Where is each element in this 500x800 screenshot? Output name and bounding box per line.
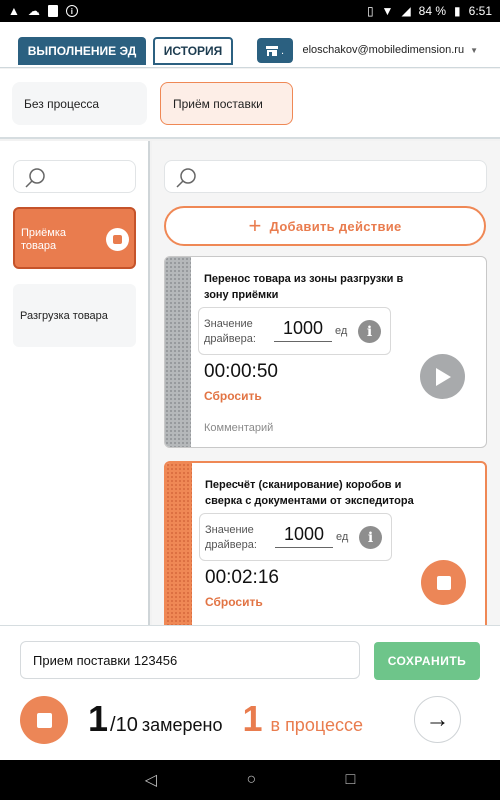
next-button[interactable]: → (414, 696, 461, 743)
stop-button[interactable] (421, 560, 466, 605)
actions-search-input[interactable] (164, 160, 487, 193)
wifi-icon: ▼ (381, 4, 394, 18)
info-status-icon: i (65, 5, 78, 17)
in-progress-label: в процессе (270, 715, 363, 735)
clock: 6:51 (468, 4, 492, 18)
stop-icon (436, 575, 451, 590)
chevron-down-icon: ▼ (470, 45, 478, 55)
stage-label: Приёмка товара (21, 227, 67, 252)
action-card: Перенос товара из зоны разгрузки в зону … (164, 256, 487, 448)
info-icon[interactable]: i (359, 526, 382, 549)
drag-handle[interactable] (165, 257, 191, 447)
android-nav-bar: ◁ ○ □ (0, 760, 500, 800)
stage-item[interactable]: Разгрузка товара (13, 284, 136, 347)
user-email: eloschakov@mobiledimension.ru (302, 44, 465, 56)
driver-label: Значение драйвера: (205, 524, 257, 551)
stages-search-input[interactable] (13, 160, 136, 193)
driver-label: Значение драйвера: (204, 318, 256, 345)
comment-field[interactable]: Комментарий (204, 422, 273, 434)
arrow-right-icon: → (425, 705, 450, 733)
home-icon[interactable]: ○ (246, 771, 256, 789)
driver-value-input[interactable]: 1000 (274, 318, 332, 342)
tab-execution[interactable]: ВЫПОЛНЕНИЕ ЭД (18, 37, 146, 65)
driver-value-box: Значение драйвера: 1000 ед i (199, 513, 392, 561)
action-title: Пересчёт (сканирование) коробов и сверка… (205, 479, 414, 507)
driver-unit: ед (335, 325, 348, 337)
tab-history[interactable]: ИСТОРИЯ (153, 37, 233, 65)
process-bar: Без процесса Приём поставки (0, 69, 500, 139)
measured-label: замерено (141, 715, 223, 735)
battery-percent: 84 % (418, 4, 447, 18)
driver-unit: ед (336, 531, 349, 543)
drag-handle[interactable] (166, 463, 192, 625)
reset-button[interactable]: Сбросить (204, 389, 262, 403)
stop-icon (36, 712, 52, 728)
signal-icon: ◢ (401, 4, 411, 18)
in-progress-count: 1 (242, 698, 263, 739)
action-title: Перенос товара из зоны разгрузки в зону … (204, 273, 404, 301)
measured-count: 1 (88, 698, 109, 739)
play-button[interactable] (420, 354, 465, 399)
action-timer: 00:02:16 (205, 567, 279, 588)
recents-icon[interactable]: □ (346, 771, 356, 789)
battery-icon: ▮ (454, 4, 461, 18)
action-card-active: Пересчёт (сканирование) коробов и сверка… (164, 461, 487, 625)
notification-icon (47, 5, 58, 17)
status-bar: ▲ ☁ i ▯ ▼ ◢ 84 % ▮ 6:51 (0, 0, 500, 22)
search-icon (25, 168, 45, 188)
cloud-icon: ☁ (27, 4, 40, 18)
stop-icon[interactable] (106, 228, 129, 251)
store-dot: . (280, 44, 285, 57)
add-action-label: Добавить действие (269, 218, 402, 234)
stages-panel: Приёмка товара Разгрузка товара (0, 141, 150, 625)
process-receiving[interactable]: Приём поставки (160, 82, 293, 125)
process-none[interactable]: Без процесса (12, 82, 147, 125)
info-icon[interactable]: i (358, 320, 381, 343)
driver-value-box: Значение драйвера: 1000 ед i (198, 307, 391, 355)
footer-panel: Прием поставки 123456 СОХРАНИТЬ 1 /10 за… (0, 625, 500, 760)
save-button[interactable]: СОХРАНИТЬ (374, 642, 480, 680)
stop-process-button[interactable] (20, 696, 68, 744)
app-header: ВЫПОЛНЕНИЕ ЭД ИСТОРИЯ . eloschakov@mobil… (0, 22, 500, 68)
reset-button[interactable]: Сбросить (205, 595, 263, 609)
measured-total: /10 (110, 714, 138, 736)
actions-panel: + Добавить действие Перенос товара из зо… (152, 141, 500, 625)
back-icon[interactable]: ◁ (145, 770, 157, 790)
search-icon (176, 168, 196, 188)
action-timer: 00:00:50 (204, 361, 278, 382)
stage-item-active[interactable]: Приёмка товара (13, 207, 136, 269)
driver-value-input[interactable]: 1000 (275, 524, 333, 548)
store-icon (265, 45, 278, 56)
user-menu[interactable]: eloschakov@mobiledimension.ru ▼ (302, 44, 478, 56)
vibrate-icon: ▯ (366, 4, 374, 18)
store-button[interactable]: . (257, 38, 293, 63)
add-action-button[interactable]: + Добавить действие (164, 206, 486, 246)
progress-stats: 1 /10 замерено 1 в процессе (88, 698, 363, 739)
plus-icon: + (248, 213, 262, 238)
process-comment-input[interactable]: Прием поставки 123456 (20, 641, 360, 679)
warning-icon: ▲ (8, 4, 20, 18)
play-icon (435, 367, 451, 386)
